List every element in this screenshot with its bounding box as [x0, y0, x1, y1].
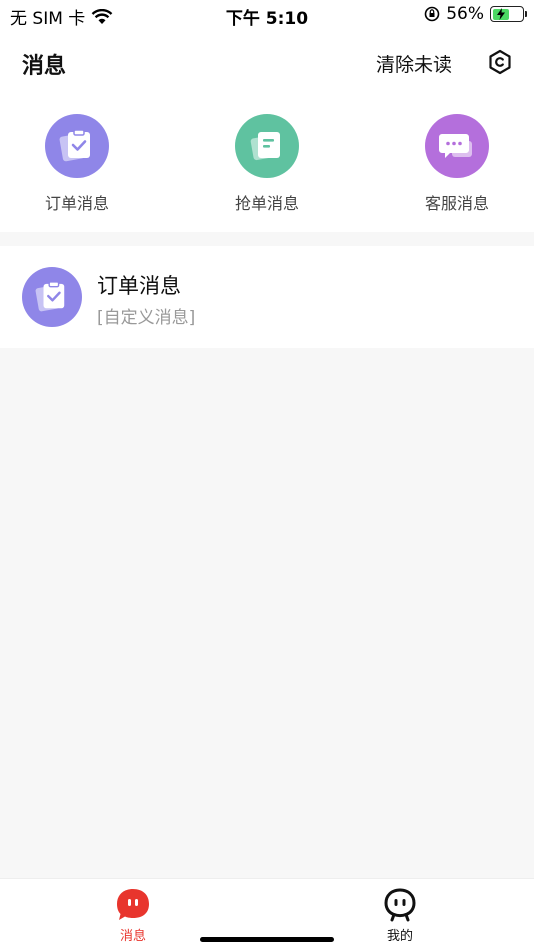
- tab-mine[interactable]: 我的: [340, 887, 460, 944]
- category-customer-service-messages[interactable]: 客服消息: [397, 114, 517, 214]
- battery-percent: 56%: [446, 4, 484, 24]
- tab-bar: 消息 我的: [0, 878, 534, 950]
- message-face-icon: [117, 889, 149, 920]
- page-title: 消息: [22, 54, 67, 79]
- battery-fill: [492, 8, 509, 20]
- message-subtitle: [自定义消息]: [97, 308, 196, 328]
- message-title: 订单消息: [97, 274, 181, 298]
- rotation-lock-icon: [424, 6, 440, 22]
- battery-icon: [490, 6, 527, 22]
- tab-label: 消息: [119, 929, 146, 944]
- home-indicator: [200, 937, 334, 942]
- category-icon-circle: [425, 114, 489, 178]
- category-icon-circle: [235, 114, 299, 178]
- clear-unread-button[interactable]: 清除未读: [376, 50, 452, 77]
- status-bar: 无 SIM 卡 下午 5:10 56%: [0, 0, 534, 30]
- category-label: 订单消息: [44, 194, 109, 213]
- message-list: 订单消息 [自定义消息]: [0, 246, 534, 348]
- category-label: 抢单消息: [234, 194, 299, 213]
- clipboard-check-icon: [59, 129, 90, 162]
- status-right: 56%: [424, 4, 527, 24]
- category-icon-circle: [45, 114, 109, 178]
- chat-bubble-icon: [439, 134, 472, 158]
- category-row: 订单消息 抢单消息 客服消息: [0, 94, 534, 232]
- clipboard-check-icon: [35, 281, 65, 312]
- list-item[interactable]: 订单消息 [自定义消息]: [0, 246, 534, 348]
- category-grab-order-messages[interactable]: 抢单消息: [207, 114, 327, 214]
- tab-label: 我的: [386, 929, 413, 944]
- document-icon: [250, 132, 280, 161]
- message-avatar: [22, 267, 82, 327]
- profile-face-icon: [384, 888, 416, 922]
- charging-bolt-icon: [496, 8, 505, 20]
- category-order-messages[interactable]: 订单消息: [17, 114, 137, 214]
- hexagon-settings-icon: [489, 49, 511, 75]
- tab-messages[interactable]: 消息: [73, 887, 193, 944]
- settings-button[interactable]: [486, 48, 514, 76]
- header: 消息 清除未读: [0, 30, 534, 94]
- category-label: 客服消息: [424, 194, 489, 213]
